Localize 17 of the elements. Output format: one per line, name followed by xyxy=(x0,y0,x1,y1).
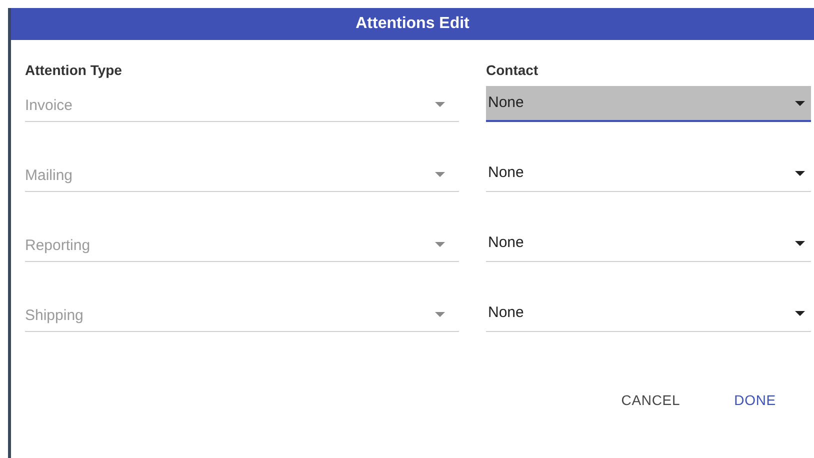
contact-select[interactable]: None xyxy=(486,156,811,192)
dropdown-caret-icon xyxy=(795,311,805,316)
contact-select[interactable]: None xyxy=(486,226,811,262)
cancel-button[interactable]: CANCEL xyxy=(609,384,692,417)
dropdown-caret-icon xyxy=(795,241,805,246)
dropdown-caret-icon xyxy=(435,172,445,177)
dropdown-caret-icon xyxy=(795,171,805,176)
dialog-title: Attentions Edit xyxy=(356,14,470,34)
dropdown-caret-icon xyxy=(435,242,445,247)
contact-select[interactable]: None xyxy=(486,296,811,332)
column-heading: Attention Type xyxy=(25,61,123,80)
dropdown-caret-icon xyxy=(795,100,805,106)
dropdown-caret-icon xyxy=(435,312,445,317)
contact-select[interactable]: None xyxy=(486,86,811,122)
dropdown-caret-icon xyxy=(435,102,445,107)
done-button[interactable]: DONE xyxy=(722,384,788,417)
column-heading: Contact xyxy=(486,61,540,80)
